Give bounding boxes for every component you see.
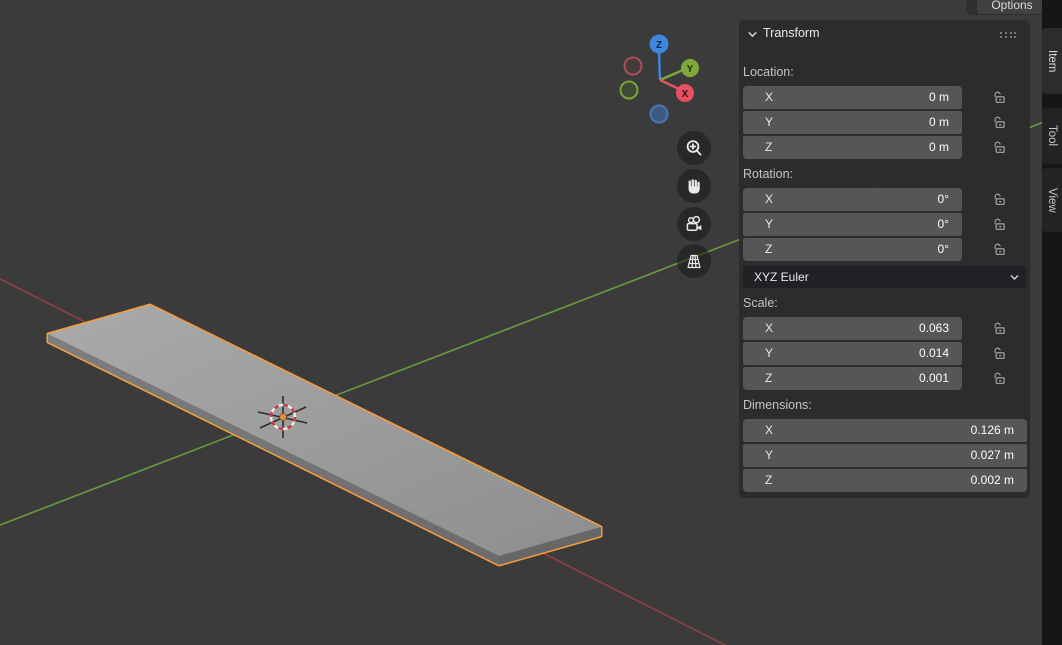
field-value: 0.027 m <box>971 444 1014 467</box>
gizmo-z-label: Z <box>656 40 662 51</box>
scale-z-lock-icon[interactable] <box>990 367 1008 390</box>
field-axis-label: X <box>765 317 773 340</box>
dimensions-y-field[interactable]: Y 0.027 m <box>743 444 1027 467</box>
hand-icon <box>684 176 704 196</box>
location-y-field[interactable]: Y 0 m <box>743 111 962 134</box>
rotation-x-lock-icon[interactable] <box>990 188 1008 211</box>
field-axis-label: Z <box>765 238 772 261</box>
scale-x-field[interactable]: X 0.063 <box>743 317 962 340</box>
field-value: 0° <box>938 188 949 211</box>
field-value: 0 m <box>929 111 949 134</box>
field-axis-label: Z <box>765 136 772 159</box>
location-x-lock-icon[interactable] <box>990 86 1008 109</box>
location-z-field[interactable]: Z 0 m <box>743 136 962 159</box>
location-x-field[interactable]: X 0 m <box>743 86 962 109</box>
options-label: Options <box>991 0 1032 12</box>
rotation-z-lock-icon[interactable] <box>990 238 1008 261</box>
rotation-section-label: Rotation: <box>743 167 793 181</box>
field-value: 0 m <box>929 136 949 159</box>
gizmo-y-label: Y <box>687 64 694 75</box>
field-axis-label: Z <box>765 469 772 492</box>
transform-panel-header[interactable]: Transform <box>739 20 1030 46</box>
rotation-mode-dropdown[interactable]: XYZ Euler <box>743 266 1026 288</box>
field-value: 0° <box>938 213 949 236</box>
scale-z-field[interactable]: Z 0.001 <box>743 367 962 390</box>
rotation-y-lock-icon[interactable] <box>990 213 1008 236</box>
field-value: 0 m <box>929 86 949 109</box>
field-axis-label: Y <box>765 342 773 365</box>
selected-object-slab[interactable] <box>48 305 601 565</box>
field-axis-label: X <box>765 419 773 442</box>
pan-tool-button[interactable] <box>677 169 711 203</box>
zoom-tool-button[interactable] <box>677 131 711 165</box>
field-axis-label: Y <box>765 444 773 467</box>
dropdown-chevron-down-icon <box>1009 272 1020 283</box>
sidebar-tab-tool[interactable]: Tool <box>1042 108 1062 164</box>
transform-panel: Transform Location: X 0 m Y 0 m Z 0 m Ro… <box>739 20 1030 498</box>
location-y-lock-icon[interactable] <box>990 111 1008 134</box>
tab-label: View <box>1046 188 1058 213</box>
grid-perspective-icon <box>684 251 704 271</box>
scale-y-lock-icon[interactable] <box>990 342 1008 365</box>
panel-drag-grip-icon[interactable] <box>1000 32 1018 39</box>
sidebar-tab-item[interactable]: Item <box>1042 28 1062 94</box>
gizmo-axis-z-negative[interactable] <box>651 106 668 123</box>
gizmo-axis-x-positive[interactable]: X <box>676 84 694 102</box>
field-value: 0.063 <box>919 317 949 340</box>
field-axis-label: X <box>765 188 773 211</box>
sidebar-tab-view[interactable]: View <box>1042 168 1062 232</box>
field-value: 0.002 m <box>971 469 1014 492</box>
rotation-y-field[interactable]: Y 0° <box>743 213 962 236</box>
field-axis-label: Y <box>765 213 773 236</box>
field-axis-label: X <box>765 86 773 109</box>
field-value: 0° <box>938 238 949 261</box>
tab-label: Tool <box>1046 125 1058 146</box>
dimensions-z-field[interactable]: Z 0.002 m <box>743 469 1027 492</box>
panel-expand-chevron-icon[interactable] <box>747 29 758 40</box>
gizmo-axis-y-negative[interactable] <box>621 82 638 99</box>
field-value: 0.001 <box>919 367 949 390</box>
magnifier-icon <box>684 138 704 158</box>
field-value: 0.014 <box>919 342 949 365</box>
gizmo-axis-z-positive[interactable]: Z <box>650 35 669 54</box>
scale-x-lock-icon[interactable] <box>990 317 1008 340</box>
field-axis-label: Y <box>765 111 773 134</box>
gizmo-x-label: X <box>682 89 689 100</box>
rotation-z-field[interactable]: Z 0° <box>743 238 962 261</box>
scale-section-label: Scale: <box>743 296 778 310</box>
rotation-mode-value: XYZ Euler <box>754 266 809 288</box>
projection-toggle-button[interactable] <box>677 244 711 278</box>
nav-gizmo[interactable]: Z Y X <box>621 35 700 123</box>
sidebar-tab-strip: Item Tool View <box>1042 0 1062 645</box>
dimensions-x-field[interactable]: X 0.126 m <box>743 419 1027 442</box>
field-value: 0.126 m <box>971 419 1014 442</box>
rotation-x-field[interactable]: X 0° <box>743 188 962 211</box>
location-z-lock-icon[interactable] <box>990 136 1008 159</box>
panel-title: Transform <box>763 26 820 40</box>
location-section-label: Location: <box>743 65 794 79</box>
camera-view-button[interactable] <box>677 207 711 241</box>
slab-top-face <box>48 305 601 556</box>
movie-camera-icon <box>684 214 704 234</box>
gizmo-axis-y-positive[interactable]: Y <box>681 59 699 77</box>
dimensions-section-label: Dimensions: <box>743 398 812 412</box>
scale-y-field[interactable]: Y 0.014 <box>743 342 962 365</box>
field-axis-label: Z <box>765 367 772 390</box>
tab-label: Item <box>1046 50 1058 72</box>
gizmo-axis-x-negative[interactable] <box>625 58 642 75</box>
options-button[interactable]: Options <box>977 0 1047 14</box>
